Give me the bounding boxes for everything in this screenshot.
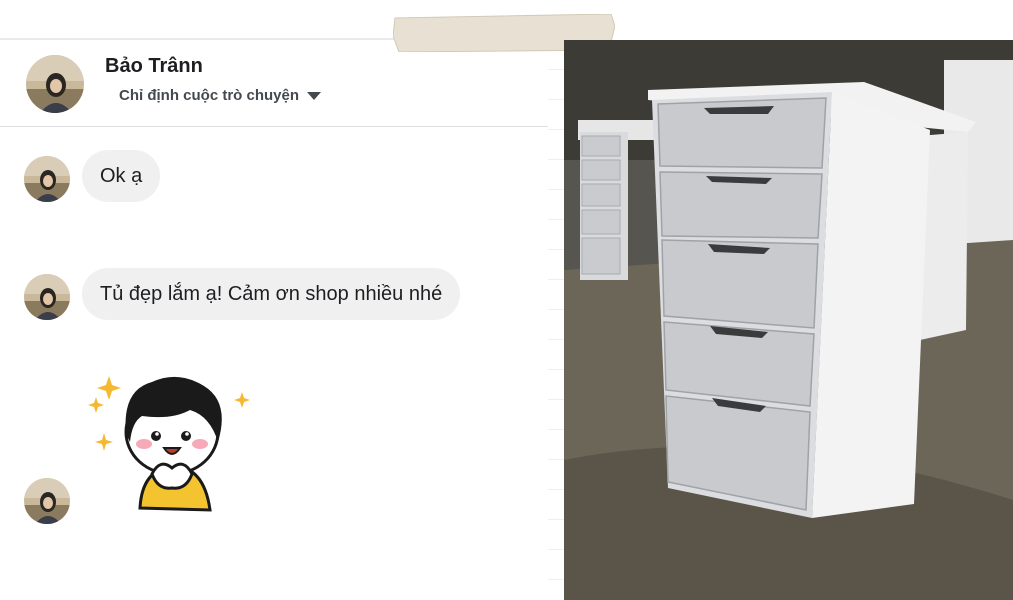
grid-strip [548, 40, 564, 600]
assign-conversation-dropdown[interactable]: Chỉ định cuộc trò chuyện [119, 87, 322, 104]
girl-sticker-icon[interactable] [82, 350, 254, 520]
message-row: Tủ đẹp lắm ạ! Cảm ơn shop nhiều nhé [0, 268, 548, 328]
message-row: Ok ạ [0, 150, 548, 210]
message-bubble[interactable]: Ok ạ [82, 150, 161, 202]
assign-label: Chỉ định cuộc trò chuyện [119, 87, 300, 104]
sender-avatar[interactable] [24, 478, 70, 524]
drawer-cabinet-photo [564, 40, 1013, 600]
contact-name[interactable]: Bảo Trânn [105, 55, 203, 78]
caret-down-icon [307, 91, 322, 100]
sender-avatar[interactable] [24, 156, 70, 202]
message-row [0, 350, 548, 530]
contact-avatar[interactable] [26, 55, 84, 113]
message-bubble[interactable]: Tủ đẹp lắm ạ! Cảm ơn shop nhiều nhé [82, 268, 461, 320]
chat-header: Bảo Trânn Chỉ định cuộc trò chuyện [0, 40, 548, 127]
sender-avatar[interactable] [24, 274, 70, 320]
product-photo[interactable] [564, 40, 1013, 600]
chat-panel: Bảo Trânn Chỉ định cuộc trò chuyện Ok ạ [0, 40, 549, 600]
